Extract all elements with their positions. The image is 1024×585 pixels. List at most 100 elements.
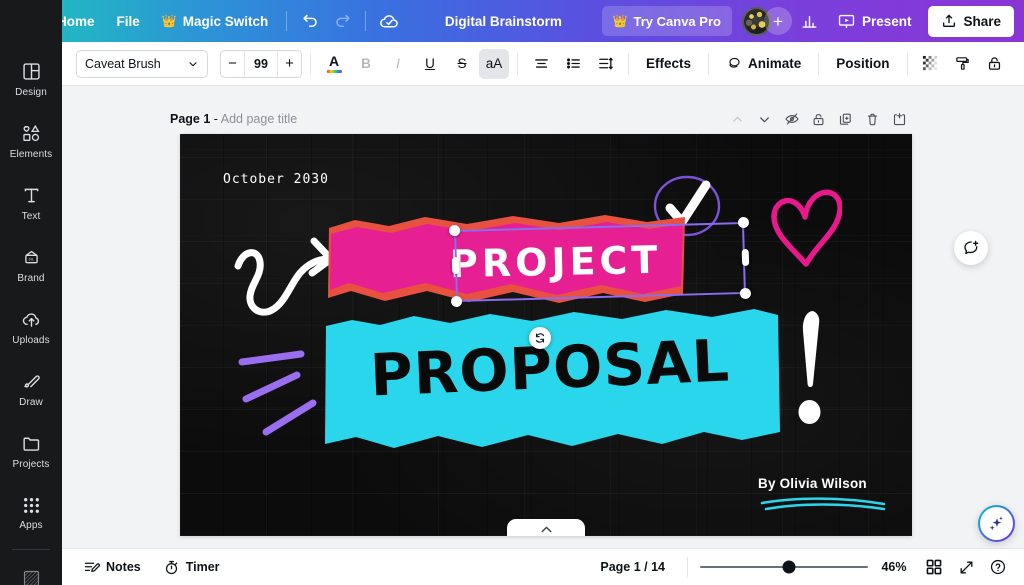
notes-button[interactable]: Notes xyxy=(74,553,150,581)
grid-view-icon[interactable] xyxy=(920,553,948,581)
page-title-separator: - xyxy=(214,112,218,126)
font-size-input[interactable]: 99 xyxy=(244,51,278,77)
bullet-list-icon[interactable] xyxy=(558,49,588,79)
add-comment-button[interactable] xyxy=(954,231,988,265)
sidebar-item-draw[interactable]: Draw xyxy=(0,358,62,420)
font-family-select[interactable]: Caveat Brush xyxy=(76,50,208,78)
font-family-value: Caveat Brush xyxy=(85,57,161,71)
text-color-letter: A xyxy=(329,54,339,68)
line-spacing-icon[interactable] xyxy=(590,49,620,79)
sidebar-item-background[interactable]: Background xyxy=(0,555,62,585)
heart-doodle[interactable] xyxy=(766,182,842,274)
sidebar-item-label: Projects xyxy=(13,459,50,470)
chevron-up-icon xyxy=(730,112,745,127)
page-title-row[interactable]: Page 1 - Add page title xyxy=(170,112,297,126)
eye-off-icon xyxy=(784,111,800,127)
font-size-decrease-button[interactable]: − xyxy=(221,51,244,77)
move-page-down-button[interactable] xyxy=(752,107,777,132)
animate-label: Animate xyxy=(748,56,801,71)
redo-icon[interactable] xyxy=(326,5,358,37)
rotate-handle-icon[interactable] xyxy=(529,327,551,349)
chevron-down-icon xyxy=(187,58,199,70)
italic-button[interactable]: I xyxy=(383,49,413,79)
canvas-title-project[interactable]: PROJECT xyxy=(450,238,662,286)
paint-roller-icon[interactable] xyxy=(948,49,978,79)
sidebar-item-elements[interactable]: Elements xyxy=(0,110,62,172)
transparency-icon[interactable] xyxy=(916,49,946,79)
canvas-author-text[interactable]: By Olivia Wilson xyxy=(758,476,867,491)
left-sidebar: Design Elements Text co. Brand xyxy=(0,0,62,585)
delete-page-button[interactable] xyxy=(860,107,885,132)
exclamation-doodle[interactable] xyxy=(798,309,826,429)
font-size-increase-button[interactable]: + xyxy=(278,51,301,77)
sidebar-item-label: Design xyxy=(15,87,47,98)
sidebar-item-uploads[interactable]: Uploads xyxy=(0,296,62,358)
timer-label: Timer xyxy=(186,560,220,574)
divider xyxy=(286,11,287,31)
strikethrough-button[interactable]: S xyxy=(447,49,477,79)
sidebar-divider xyxy=(12,549,50,550)
animate-icon xyxy=(726,55,743,72)
text-color-button[interactable]: A xyxy=(319,49,349,79)
divider xyxy=(517,53,518,75)
text-align-icon[interactable] xyxy=(526,49,556,79)
page-label: Page 1 xyxy=(170,112,210,126)
lock-icon[interactable] xyxy=(980,49,1010,79)
present-label: Present xyxy=(862,14,912,29)
try-canva-pro-button[interactable]: 👑 Try Canva Pro xyxy=(602,6,732,36)
underline-button[interactable]: U xyxy=(415,49,445,79)
design-canvas[interactable]: October 2030 xyxy=(180,134,912,536)
magic-switch-button[interactable]: 👑 Magic Switch xyxy=(151,6,279,36)
upload-cloud-icon xyxy=(21,309,42,330)
bar-chart-icon[interactable] xyxy=(794,5,826,37)
lock-icon xyxy=(811,112,826,127)
zoom-slider[interactable] xyxy=(700,559,868,575)
position-button[interactable]: Position xyxy=(827,49,898,79)
sidebar-item-design[interactable]: Design xyxy=(0,48,62,110)
move-page-up-button[interactable] xyxy=(725,107,750,132)
effects-label: Effects xyxy=(646,56,691,71)
document-title[interactable]: Digital Brainstorm xyxy=(435,9,572,34)
undo-icon[interactable] xyxy=(294,5,326,37)
hide-page-button[interactable] xyxy=(779,107,804,132)
sidebar-item-label: Brand xyxy=(17,273,44,284)
text-color-icon: A xyxy=(327,54,342,73)
bold-button[interactable]: B xyxy=(351,49,381,79)
sidebar-item-brand[interactable]: co. Brand xyxy=(0,234,62,296)
collapse-canvas-tab[interactable] xyxy=(507,519,585,536)
sidebar-item-projects[interactable]: Projects xyxy=(0,420,62,482)
canvas-date-text[interactable]: October 2030 xyxy=(223,172,329,187)
animate-button[interactable]: Animate xyxy=(717,49,810,79)
position-label: Position xyxy=(836,56,889,71)
sparkle-ai-button[interactable] xyxy=(978,505,1015,542)
chevron-up-icon xyxy=(540,525,553,534)
help-icon[interactable] xyxy=(984,553,1012,581)
zoom-level-label[interactable]: 46% xyxy=(872,560,916,574)
letter-case-button[interactable]: aA xyxy=(479,49,509,79)
add-comment-icon xyxy=(962,239,980,257)
present-button[interactable]: Present xyxy=(826,6,923,36)
timer-button[interactable]: Timer xyxy=(154,553,229,581)
duplicate-page-button[interactable] xyxy=(833,107,858,132)
add-page-button[interactable] xyxy=(887,107,912,132)
page-indicator[interactable]: Page 1 / 14 xyxy=(590,560,675,574)
expand-icon[interactable] xyxy=(952,553,980,581)
sidebar-item-text[interactable]: Text xyxy=(0,172,62,234)
share-button[interactable]: Share xyxy=(928,6,1014,37)
effects-button[interactable]: Effects xyxy=(637,49,700,79)
underline-label: U xyxy=(425,56,435,71)
sparkle-ai-icon xyxy=(987,514,1006,533)
sidebar-item-label: Uploads xyxy=(12,335,49,346)
cloud-saved-icon[interactable] xyxy=(373,5,405,37)
file-menu-button[interactable]: File xyxy=(106,6,151,36)
add-collaborator-button[interactable]: + xyxy=(764,7,792,35)
divider xyxy=(628,53,629,75)
duplicate-icon xyxy=(838,112,853,127)
lock-page-button[interactable] xyxy=(806,107,831,132)
workspace: Page 1 - Add page title xyxy=(62,86,1024,548)
zoom-slider-thumb[interactable] xyxy=(783,561,796,574)
divider xyxy=(365,11,366,31)
chevron-down-icon xyxy=(757,112,772,127)
sidebar-item-label: Draw xyxy=(19,397,43,408)
sidebar-item-apps[interactable]: Apps xyxy=(0,482,62,544)
